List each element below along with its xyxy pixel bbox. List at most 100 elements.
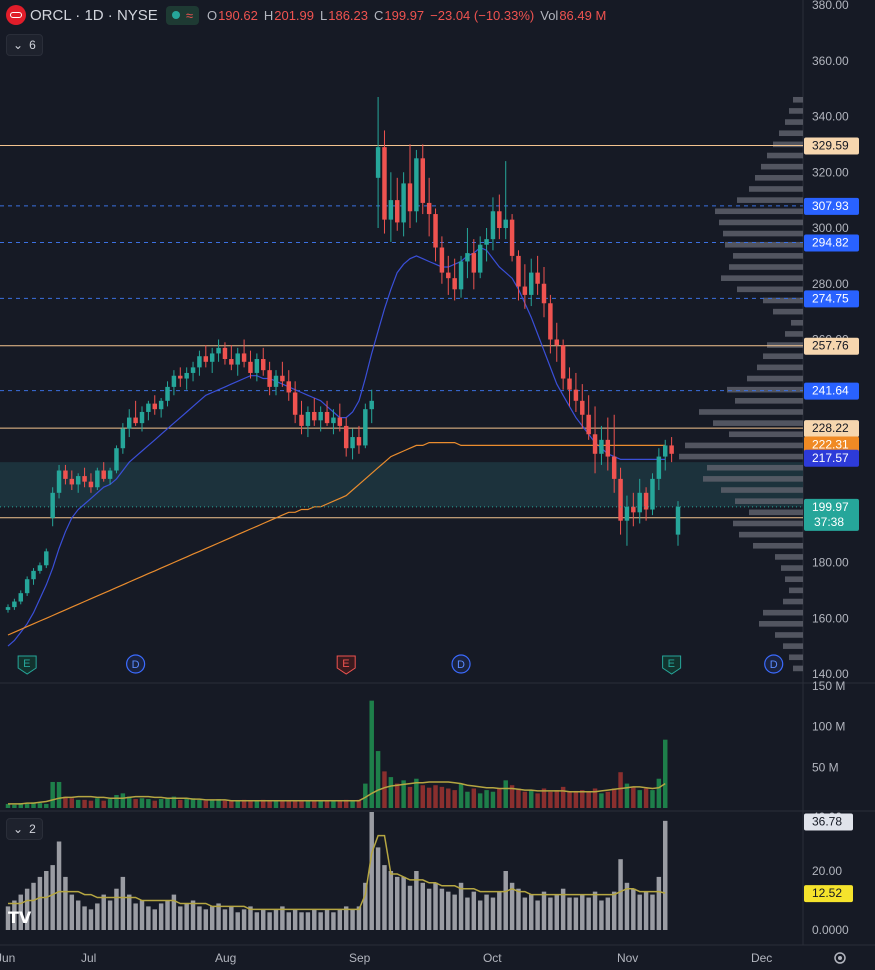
volume-bar (560, 786, 566, 808)
candle-body (299, 414, 304, 426)
volume-bar (139, 798, 145, 808)
oscillator-bar (586, 897, 591, 930)
volume-bar (120, 793, 126, 808)
candle-body (331, 417, 336, 424)
candle-body (178, 375, 183, 379)
close-label: C (374, 7, 384, 23)
volume-bar (75, 799, 81, 808)
market-open-icon (171, 11, 180, 19)
volume-bar (56, 781, 62, 808)
oscillator-bar (592, 891, 598, 930)
oscillator-value-text: 36.78 (812, 814, 842, 828)
price-label-text: 228.22 (812, 421, 849, 435)
volume-profile-bar (747, 375, 803, 382)
symbol-title[interactable]: ORCL · 1D · NYSE (30, 7, 158, 24)
volume-bar (305, 801, 311, 808)
candle-body (75, 476, 81, 485)
oscillator-bar (95, 903, 100, 930)
candle-body (343, 425, 349, 449)
volume-bar (107, 799, 113, 808)
candle-body (599, 439, 604, 454)
candle-body (624, 506, 630, 521)
volume-bar (439, 786, 445, 808)
oscillator-bar (146, 906, 151, 930)
indicators-toggle[interactable]: ⌄ 6 (6, 34, 43, 56)
price-tick-label: 300.00 (812, 221, 849, 235)
support-zone (0, 462, 803, 507)
volume-bar (477, 793, 483, 808)
candle-body (497, 211, 502, 228)
volume-bar (184, 799, 189, 808)
volume-bar (554, 790, 559, 808)
volume-bar (37, 803, 43, 808)
volume-profile-bar (735, 498, 803, 504)
volume-bar (114, 794, 119, 808)
volume-bar (331, 801, 336, 808)
chart-canvas[interactable]: 380.00 360.00 340.00 320.00 300.00 280.00 2 6 0.… (0, 0, 875, 970)
candle-body (611, 456, 617, 479)
change-value: −23.04 (−10.33%) (430, 7, 535, 23)
volume-bar (267, 801, 272, 808)
volume-bar (458, 783, 464, 808)
volume-bar (503, 780, 508, 808)
oscillator-bar (152, 909, 157, 930)
oscillator-bar (503, 871, 508, 930)
volume-bar (318, 801, 323, 808)
volume-bar (490, 791, 496, 808)
volume-profile-bar (721, 275, 803, 281)
last-price-text: 199.97 (812, 500, 849, 514)
close-value: 199.97 (384, 7, 425, 23)
volume-bar (407, 786, 413, 808)
candle-body (439, 247, 445, 273)
volume-bar (573, 790, 579, 808)
volume-bar (375, 751, 381, 808)
candle-body (586, 414, 591, 435)
oscillator-bar (573, 897, 579, 930)
volume-profile-bar (763, 353, 803, 360)
volume-bar (88, 800, 94, 808)
volume-bar (580, 790, 585, 808)
candle-body (426, 202, 432, 215)
high-value: 201.99 (274, 7, 314, 23)
oscillator-bar (50, 865, 55, 930)
oscillator-bar (88, 909, 94, 930)
candle-body (414, 158, 419, 212)
volume-bar (535, 793, 540, 808)
oscillator-bar (497, 891, 502, 930)
volume-profile-bar (735, 398, 803, 404)
candle-body (88, 481, 94, 488)
oscillator-bar (286, 912, 291, 930)
earnings-marker-label: E (342, 658, 349, 670)
candle-body (261, 359, 266, 371)
volume-profile-bar (775, 632, 803, 638)
candle-body (369, 400, 374, 410)
volume-bar (605, 791, 611, 808)
candle-body (356, 437, 362, 446)
candle-body (31, 570, 36, 580)
dividend-marker-label: D (457, 659, 465, 671)
candle-body (452, 278, 457, 290)
volume-bar (280, 800, 285, 808)
oscillator-bar (273, 909, 279, 930)
oscillator-bar (178, 906, 183, 930)
settings-gear-icon[interactable] (832, 950, 848, 966)
sub-indicators-toggle[interactable]: ⌄ 2 (6, 818, 43, 840)
candle-body (209, 353, 215, 362)
oscillator-bar (605, 897, 611, 930)
oscillator-bar (663, 820, 668, 930)
replay-icon: ≈ (185, 7, 193, 23)
candle-body (656, 456, 662, 479)
oscillator-bar (222, 909, 228, 930)
volume-bar (292, 800, 298, 808)
oscillator-bar (203, 909, 209, 930)
volume-bar (312, 800, 317, 808)
volume-profile-bar (727, 386, 803, 393)
market-status-pill[interactable]: ≈ (165, 5, 199, 25)
volume-profile-bar (737, 286, 803, 293)
candle-body (273, 375, 279, 387)
oscillator-bar (637, 894, 642, 930)
volume-profile-bar (755, 175, 803, 181)
oscillator-bar (107, 900, 113, 930)
volume-bar (324, 800, 330, 808)
volume-bar (197, 799, 202, 808)
